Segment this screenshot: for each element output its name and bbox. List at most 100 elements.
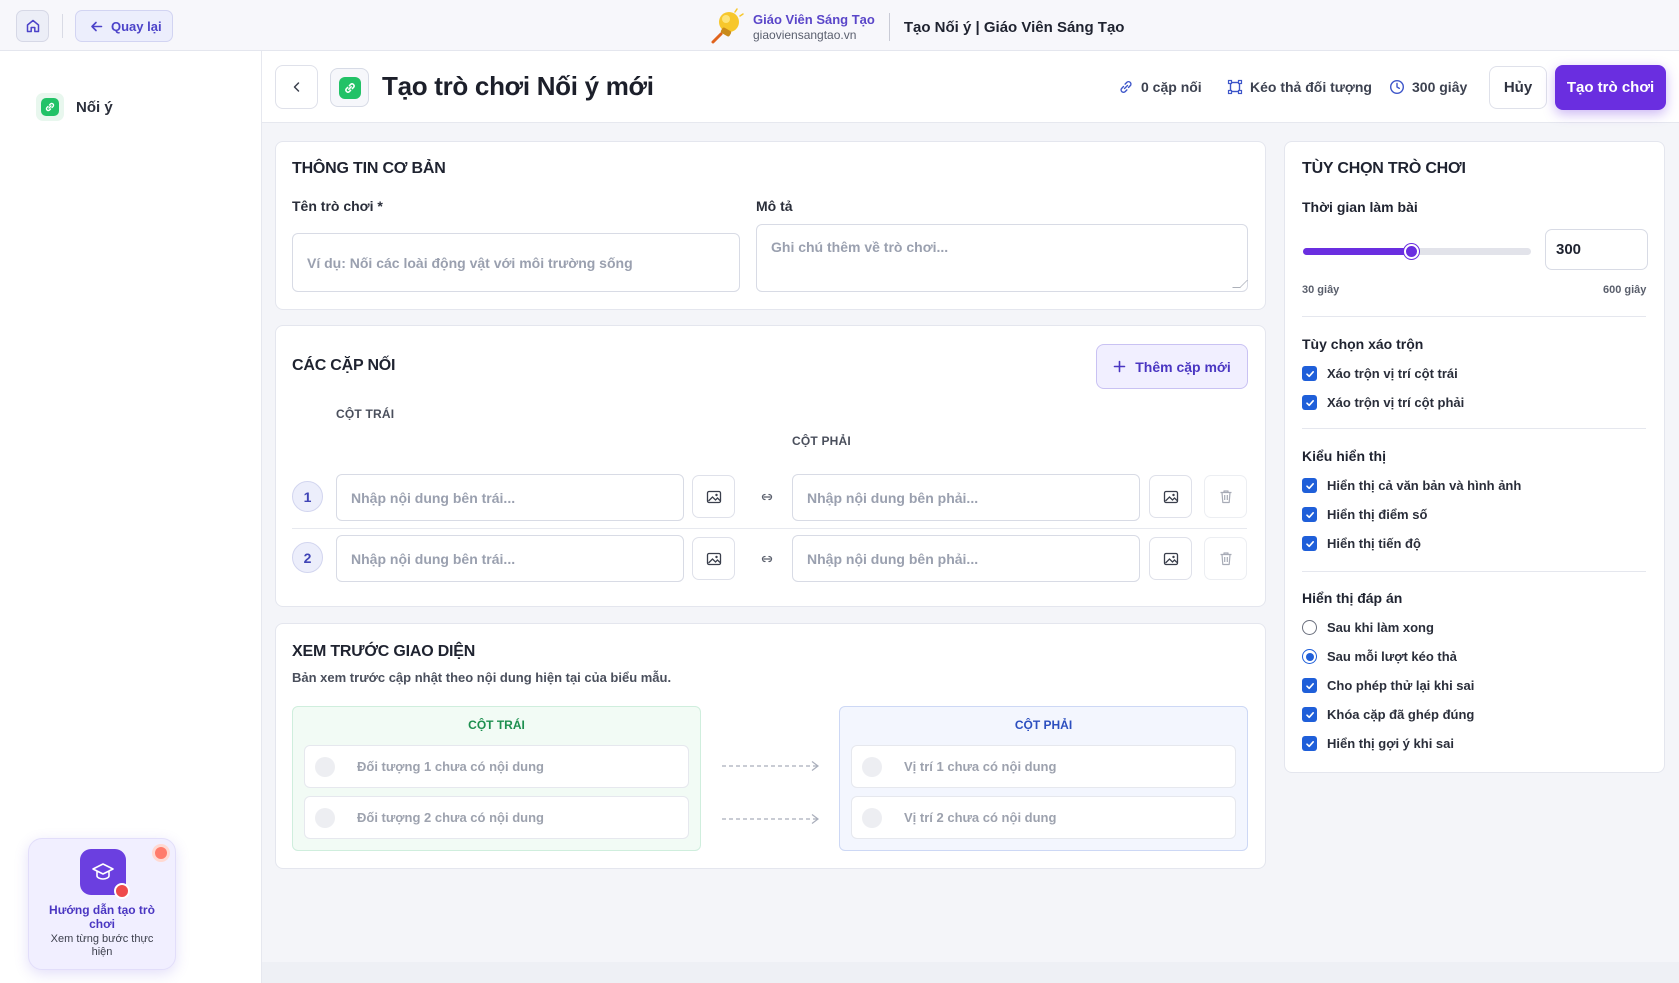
time-min-label: 30 giây: [1302, 284, 1340, 296]
link-icon: [344, 82, 355, 93]
checkbox-checked-icon: [1302, 536, 1317, 551]
preview-item-label: Vị trí 2 chưa có nội dung: [904, 810, 1057, 825]
drag-handle-icon: [315, 756, 335, 777]
graduation-cap-icon: [80, 849, 130, 899]
allow-retry-checkbox[interactable]: Cho phép thử lại khi sai: [1302, 678, 1474, 693]
left-content-input[interactable]: Nhập nội dung bên trái...: [336, 535, 684, 582]
slider-thumb[interactable]: [1404, 244, 1419, 259]
left-image-button[interactable]: [692, 537, 735, 580]
plus-icon: [1113, 360, 1126, 373]
left-column-header: CỘT TRÁI: [336, 407, 395, 421]
show-hint-checkbox[interactable]: Hiển thị gợi ý khi sai: [1302, 736, 1454, 751]
game-type-icon: [330, 68, 369, 107]
trash-icon: [1220, 552, 1231, 566]
description-textarea[interactable]: Ghi chú thêm về trò chơi...: [756, 224, 1248, 292]
preview-item-label: Vị trí 1 chưa có nội dung: [904, 759, 1057, 774]
drop-target-icon: [862, 807, 882, 828]
checkbox-checked-icon: [1302, 395, 1317, 410]
checkbox-checked-icon: [1302, 707, 1317, 722]
left-content-input[interactable]: Nhập nội dung bên trái...: [336, 474, 684, 521]
brand-url: giaoviensangtao.vn: [753, 28, 857, 42]
answer-after-each-drag-radio[interactable]: Sau mỗi lượt kéo thả: [1302, 649, 1457, 664]
brand-name: Giáo Viên Sáng Tạo: [753, 12, 875, 27]
checkbox-checked-icon: [1302, 507, 1317, 522]
lightbulb-logo-icon: [711, 8, 744, 44]
notification-dot: [155, 847, 167, 859]
right-image-button[interactable]: [1149, 475, 1192, 518]
image-icon: [1163, 552, 1178, 565]
create-game-button[interactable]: Tạo trò chơi: [1555, 65, 1666, 110]
basic-info-title: THÔNG TIN CƠ BẢN: [292, 160, 446, 177]
brand[interactable]: Giáo Viên Sáng Tạo giaoviensangtao.vn Tạ…: [707, 8, 1124, 46]
preview-left-item[interactable]: Đối tượng 2 chưa có nội dung: [304, 796, 689, 839]
play-icon: [114, 883, 130, 899]
home-icon: [26, 19, 39, 33]
description-label: Mô tả: [756, 198, 793, 214]
pair-number: 2: [292, 542, 323, 573]
pair-link-icon: [760, 490, 774, 504]
guide-subtitle: Xem từng bước thực hiện: [50, 933, 154, 958]
cancel-button[interactable]: Hủy: [1489, 66, 1547, 109]
checkbox-checked-icon: [1302, 366, 1317, 381]
drag-handle-icon: [315, 807, 335, 828]
preview-right-column: CỘT PHẢI Vị trí 1 chưa có nội dung Vị tr…: [839, 706, 1248, 851]
shuffle-title: Tùy chọn xáo trộn: [1302, 336, 1424, 352]
checkbox-label: Khóa cặp đã ghép đúng: [1327, 707, 1475, 722]
preview-right-item[interactable]: Vị trí 1 chưa có nội dung: [851, 745, 1236, 788]
show-score-checkbox[interactable]: Hiển thị điểm số: [1302, 507, 1427, 522]
delete-pair-button[interactable]: [1204, 475, 1247, 518]
guide-card[interactable]: Hướng dẫn tạo trò chơi Xem từng bước thự…: [28, 838, 176, 970]
image-icon: [1163, 490, 1178, 503]
delete-pair-button[interactable]: [1204, 537, 1247, 580]
radio-icon: [1302, 620, 1317, 635]
mode-stat: Kéo thả đối tượng: [1227, 79, 1372, 95]
name-input[interactable]: Ví dụ: Nối các loài động vật với môi trư…: [292, 233, 740, 292]
lock-correct-checkbox[interactable]: Khóa cặp đã ghép đúng: [1302, 707, 1474, 722]
left-image-button[interactable]: [692, 475, 735, 518]
image-icon: [706, 490, 721, 503]
drag-move-icon: [1227, 79, 1243, 95]
page-heading: Tạo Nối ý | Giáo Viên Sáng Tạo: [903, 18, 1125, 36]
checkbox-checked-icon: [1302, 678, 1317, 693]
top-bar: Quay lại Giáo Viên Sáng Tạo giaoviensang…: [0, 0, 1679, 51]
slider-fill: [1303, 248, 1411, 255]
show-progress-checkbox[interactable]: Hiển thị tiến độ: [1302, 536, 1421, 551]
right-content-input[interactable]: Nhập nội dung bên phải...: [792, 535, 1140, 582]
link-icon: [1120, 81, 1132, 93]
chevron-left-icon: [293, 82, 299, 92]
preview-right-header: CỘT PHẢI: [1014, 718, 1073, 732]
checkbox-label: Xáo trộn vị trí cột phải: [1327, 395, 1465, 410]
pairs-title: CÁC CẶP NỐI: [292, 357, 396, 374]
right-image-button[interactable]: [1149, 537, 1192, 580]
image-icon: [706, 552, 721, 565]
sidebar-item-noi-y[interactable]: Nối ý: [36, 93, 113, 121]
page-header: Tạo trò chơi Nối ý mới 0 cặp nối Kéo thả…: [262, 51, 1679, 123]
divider: [1302, 571, 1646, 572]
add-pair-button[interactable]: Thêm cặp mới: [1096, 344, 1248, 389]
preview-left-header: CỘT TRÁI: [468, 718, 525, 732]
right-column-header: CỘT PHẢI: [792, 434, 851, 448]
trash-icon: [1220, 490, 1231, 504]
shuffle-right-checkbox[interactable]: Xáo trộn vị trí cột phải: [1302, 395, 1464, 410]
description-placeholder: Ghi chú thêm về trò chơi...: [771, 239, 949, 255]
right-content-input[interactable]: Nhập nội dung bên phải...: [792, 474, 1140, 521]
preview-right-item[interactable]: Vị trí 2 chưa có nội dung: [851, 796, 1236, 839]
home-button[interactable]: [16, 10, 49, 42]
preview-subtitle: Bản xem trước cập nhật theo nội dung hiệ…: [292, 670, 672, 685]
answer-title: Hiển thị đáp án: [1302, 590, 1403, 606]
answer-after-finish-radio[interactable]: Sau khi làm xong: [1302, 620, 1434, 635]
time-label: 300 giây: [1412, 79, 1468, 95]
back-button-label: Quay lại: [111, 18, 162, 34]
header-back-button[interactable]: [275, 65, 318, 109]
guide-title: Hướng dẫn tạo trò chơi: [49, 903, 155, 931]
divider: [62, 14, 63, 38]
divider: [1302, 316, 1646, 317]
resize-handle[interactable]: [1232, 280, 1248, 288]
show-text-image-checkbox[interactable]: Hiển thị cả văn bản và hình ảnh: [1302, 478, 1521, 493]
time-input[interactable]: 300: [1545, 229, 1648, 270]
back-button[interactable]: Quay lại: [75, 10, 173, 42]
shuffle-left-checkbox[interactable]: Xáo trộn vị trí cột trái: [1302, 366, 1458, 381]
time-slider[interactable]: [1303, 244, 1531, 259]
display-title: Kiểu hiển thị: [1302, 448, 1386, 464]
preview-left-item[interactable]: Đối tượng 1 chưa có nội dung: [304, 745, 689, 788]
